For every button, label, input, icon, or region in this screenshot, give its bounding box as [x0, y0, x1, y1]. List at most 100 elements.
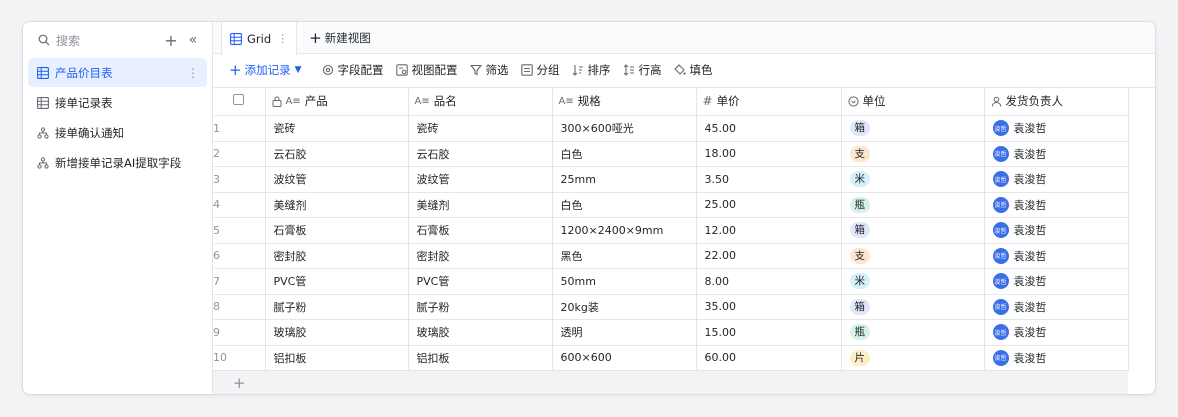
cell-product[interactable]: 腻子粉: [265, 294, 409, 320]
cell-product[interactable]: 玻璃胶: [265, 319, 409, 346]
fill-color-button[interactable]: 填色: [668, 58, 719, 82]
cell-spec[interactable]: 白色: [552, 141, 697, 167]
cell-spec[interactable]: 透明: [552, 319, 697, 346]
sidebar-search[interactable]: 搜索 + «: [23, 22, 212, 58]
row-height-button[interactable]: 行高: [617, 58, 668, 82]
cell-unit[interactable]: 米: [841, 166, 985, 193]
column-header-owner[interactable]: 发货负责人: [984, 87, 1129, 116]
cell-unit[interactable]: 米: [841, 268, 985, 295]
cell-price[interactable]: 18.00: [696, 141, 842, 167]
cell-spec[interactable]: 300×600哑光: [552, 115, 697, 142]
table-row[interactable]: 9 玻璃胶 玻璃胶 透明 15.00 瓶浚哲 袁浚哲: [213, 319, 1129, 346]
table-row[interactable]: 2 云石胶 云石胶 白色 18.00 支浚哲 袁浚哲: [213, 141, 1129, 167]
cell-product[interactable]: 云石胶: [265, 141, 409, 167]
cell-name[interactable]: 玻璃胶: [408, 319, 553, 346]
sidebar-item[interactable]: 接单记录表: [28, 88, 207, 117]
column-header-spec[interactable]: A≡ 规格: [552, 87, 697, 116]
cell-name[interactable]: 铝扣板: [408, 345, 553, 371]
add-icon[interactable]: +: [160, 29, 182, 51]
cell-product[interactable]: 波纹管: [265, 166, 409, 193]
cell-owner[interactable]: 浚哲 袁浚哲: [984, 166, 1129, 193]
cell-unit[interactable]: 瓶: [841, 192, 985, 218]
table-row[interactable]: 7 PVC管 PVC管 50mm 8.00 米浚哲 袁浚哲: [213, 268, 1129, 295]
cell-product[interactable]: 瓷砖: [265, 115, 409, 142]
column-header-name[interactable]: A≡ 品名: [408, 87, 553, 116]
cell-price[interactable]: 3.50: [696, 166, 842, 193]
cell-owner[interactable]: 浚哲 袁浚哲: [984, 319, 1129, 346]
cell-name[interactable]: 石膏板: [408, 217, 553, 244]
cell-owner[interactable]: 浚哲 袁浚哲: [984, 294, 1129, 320]
table-row[interactable]: 8 腻子粉 腻子粉 20kg装 35.00 箱浚哲 袁浚哲: [213, 294, 1129, 320]
table-row[interactable]: 4 美缝剂 美缝剂 白色 25.00 瓶浚哲 袁浚哲: [213, 192, 1129, 218]
cell-owner[interactable]: 浚哲 袁浚哲: [984, 141, 1129, 167]
cell-spec[interactable]: 黑色: [552, 243, 697, 269]
unit-tag: 箱: [849, 222, 870, 239]
cell-price[interactable]: 15.00: [696, 319, 842, 346]
cell-spec[interactable]: 50mm: [552, 268, 697, 295]
cell-name[interactable]: 瓷砖: [408, 115, 553, 142]
cell-spec[interactable]: 25mm: [552, 166, 697, 193]
column-header-unit[interactable]: 单位: [841, 87, 985, 116]
cell-price[interactable]: 35.00: [696, 294, 842, 320]
cell-price[interactable]: 8.00: [696, 268, 842, 295]
view-config-button[interactable]: 视图配置: [390, 58, 464, 82]
add-row-button[interactable]: +: [213, 371, 1128, 394]
cell-price[interactable]: 22.00: [696, 243, 842, 269]
cell-owner[interactable]: 浚哲 袁浚哲: [984, 243, 1129, 269]
group-button[interactable]: 分组: [515, 58, 566, 82]
cell-owner[interactable]: 浚哲 袁浚哲: [984, 192, 1129, 218]
cell-name[interactable]: 腻子粉: [408, 294, 553, 320]
cell-unit[interactable]: 片: [841, 345, 985, 371]
column-header-product[interactable]: A≡ 产品: [265, 87, 409, 116]
cell-unit[interactable]: 支: [841, 141, 985, 167]
cell-spec[interactable]: 1200×2400×9mm: [552, 217, 697, 244]
cell-product[interactable]: PVC管: [265, 268, 409, 295]
cell-price[interactable]: 60.00: [696, 345, 842, 371]
search-input[interactable]: 搜索: [56, 32, 160, 49]
cell-spec[interactable]: 白色: [552, 192, 697, 218]
sidebar-item[interactable]: 产品价目表 ⋮: [28, 58, 207, 87]
field-config-button[interactable]: 字段配置: [316, 58, 390, 82]
select-all-header[interactable]: [213, 87, 266, 116]
column-header-price[interactable]: # 单价: [696, 87, 842, 116]
tab-grid[interactable]: Grid ⋮: [221, 22, 298, 55]
cell-owner[interactable]: 浚哲 袁浚哲: [984, 345, 1129, 371]
cell-price[interactable]: 25.00: [696, 192, 842, 218]
cell-name[interactable]: 美缝剂: [408, 192, 553, 218]
table-row[interactable]: 3 波纹管 波纹管 25mm 3.50 米浚哲 袁浚哲: [213, 166, 1129, 193]
collapse-icon[interactable]: «: [182, 29, 204, 51]
cell-unit[interactable]: 箱: [841, 217, 985, 244]
filter-button[interactable]: 筛选: [464, 58, 515, 82]
cell-owner[interactable]: 浚哲 袁浚哲: [984, 115, 1129, 142]
cell-product[interactable]: 铝扣板: [265, 345, 409, 371]
more-icon[interactable]: ⋮: [277, 32, 288, 45]
cell-name[interactable]: PVC管: [408, 268, 553, 295]
cell-unit[interactable]: 箱: [841, 294, 985, 320]
sidebar-item[interactable]: 接单确认通知: [28, 118, 207, 147]
cell-price[interactable]: 12.00: [696, 217, 842, 244]
cell-spec[interactable]: 600×600: [552, 345, 697, 371]
sidebar-item[interactable]: 新增接单记录AI提取字段: [28, 148, 207, 177]
sort-button[interactable]: 排序: [566, 58, 617, 82]
table-row[interactable]: 10 铝扣板 铝扣板 600×600 60.00 片浚哲 袁浚哲: [213, 345, 1129, 371]
cell-name[interactable]: 云石胶: [408, 141, 553, 167]
table-row[interactable]: 1 瓷砖 瓷砖 300×600哑光 45.00 箱浚哲 袁浚哲: [213, 115, 1129, 142]
cell-unit[interactable]: 支: [841, 243, 985, 269]
cell-unit[interactable]: 瓶: [841, 319, 985, 346]
cell-product[interactable]: 美缝剂: [265, 192, 409, 218]
cell-name[interactable]: 密封胶: [408, 243, 553, 269]
cell-product[interactable]: 石膏板: [265, 217, 409, 244]
cell-product[interactable]: 密封胶: [265, 243, 409, 269]
table-row[interactable]: 6 密封胶 密封胶 黑色 22.00 支浚哲 袁浚哲: [213, 243, 1129, 269]
select-all-checkbox[interactable]: [233, 94, 245, 106]
cell-price[interactable]: 45.00: [696, 115, 842, 142]
new-view-button[interactable]: + 新建视图: [301, 22, 379, 53]
more-icon[interactable]: ⋮: [187, 66, 199, 80]
cell-owner[interactable]: 浚哲 袁浚哲: [984, 268, 1129, 295]
cell-unit[interactable]: 箱: [841, 115, 985, 142]
add-record-button[interactable]: + 添加记录 ▼: [223, 58, 308, 82]
cell-owner[interactable]: 浚哲 袁浚哲: [984, 217, 1129, 244]
cell-spec[interactable]: 20kg装: [552, 294, 697, 320]
table-row[interactable]: 5 石膏板 石膏板 1200×2400×9mm 12.00 箱浚哲 袁浚哲: [213, 217, 1129, 244]
cell-name[interactable]: 波纹管: [408, 166, 553, 193]
